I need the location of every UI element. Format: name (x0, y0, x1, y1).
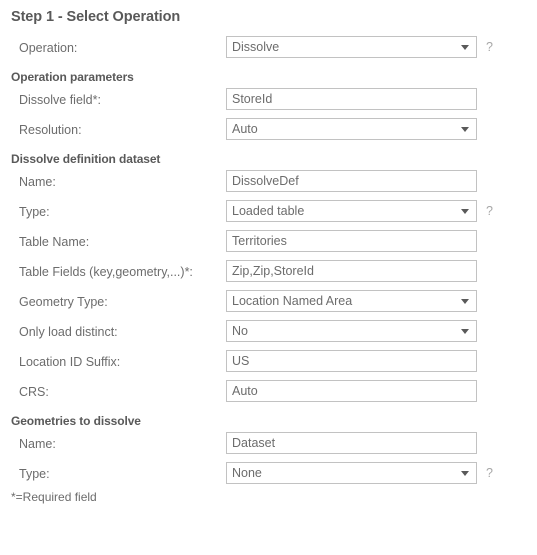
input-dissolve-def-name[interactable]: DissolveDef (226, 170, 477, 192)
section-header-geometries-to-dissolve: Geometries to dissolve (11, 414, 141, 428)
help-icon-operation[interactable]: ? (486, 36, 493, 58)
chevron-down-icon[interactable] (461, 299, 469, 304)
form-row-table-fields: Table Fields (key,geometry,...)*: Zip,Zip… (0, 260, 537, 290)
dropdown-geometry-type[interactable]: Location Named Area (226, 290, 477, 312)
page-title: Step 1 - Select Operation (11, 9, 181, 25)
value-operation: Dissolve (232, 40, 280, 54)
chevron-down-icon[interactable] (461, 127, 469, 132)
label-table-fields: Table Fields (key,geometry,...)*: (19, 265, 193, 279)
form-row-crs: CRS: Auto (0, 380, 537, 410)
label-operation: Operation: (19, 41, 78, 55)
label-geometries-type: Type: (19, 467, 50, 481)
dropdown-only-load-distinct[interactable]: No (226, 320, 477, 342)
label-geometries-name: Name: (19, 437, 56, 451)
input-table-fields[interactable]: Zip,Zip,StoreId (226, 260, 477, 282)
value-dissolve-def-name: DissolveDef (232, 174, 299, 188)
value-only-load-distinct: No (232, 324, 248, 338)
label-dissolve-field: Dissolve field*: (19, 93, 101, 107)
input-geometries-name[interactable]: Dataset (226, 432, 477, 454)
form-row-operation: Operation: Dissolve? (0, 36, 537, 66)
form-row-geometries-type: Type: None? (0, 462, 537, 492)
step-1-select-operation-page: Step 1 - Select Operation Operation: Diss… (0, 0, 537, 555)
value-geometry-type: Location Named Area (232, 294, 353, 308)
chevron-down-icon[interactable] (461, 329, 469, 334)
label-only-load-distinct: Only load distinct: (19, 325, 118, 339)
dropdown-operation[interactable]: Dissolve (226, 36, 477, 58)
input-table-name[interactable]: Territories (226, 230, 477, 252)
dropdown-geometries-type[interactable]: None (226, 462, 477, 484)
required-field-note: *=Required field (11, 490, 97, 504)
label-table-name: Table Name: (19, 235, 90, 249)
value-geometries-type: None (232, 466, 262, 480)
form-row-location-id-suffix: Location ID Suffix: US (0, 350, 537, 380)
dropdown-dissolve-def-type[interactable]: Loaded table (226, 200, 477, 222)
section-header-operation-parameters: Operation parameters (11, 70, 134, 84)
chevron-down-icon[interactable] (461, 471, 469, 476)
form-row-table-name: Table Name: Territories (0, 230, 537, 260)
value-dissolve-field: StoreId (232, 92, 273, 106)
section-header-dissolve-definition-dataset: Dissolve definition dataset (11, 152, 161, 166)
label-dissolve-def-type: Type: (19, 205, 50, 219)
label-dissolve-def-name: Name: (19, 175, 56, 189)
label-resolution: Resolution: (19, 123, 82, 137)
help-icon-dissolve-def-type[interactable]: ? (486, 200, 493, 222)
value-crs: Auto (232, 384, 258, 398)
form-row-only-load-distinct: Only load distinct: No (0, 320, 537, 350)
value-dissolve-def-type: Loaded table (232, 204, 305, 218)
value-table-name: Territories (232, 234, 287, 248)
input-location-id-suffix[interactable]: US (226, 350, 477, 372)
label-geometry-type: Geometry Type: (19, 295, 108, 309)
form-row-geometry-type: Geometry Type: Location Named Area (0, 290, 537, 320)
label-crs: CRS: (19, 385, 49, 399)
label-location-id-suffix: Location ID Suffix: (19, 355, 121, 369)
form-row-geometries-name: Name: Dataset (0, 432, 537, 462)
chevron-down-icon[interactable] (461, 45, 469, 50)
operation-form: Operation: Dissolve? Operation parameters D… (0, 36, 537, 492)
value-geometries-name: Dataset (232, 436, 276, 450)
form-row-resolution: Resolution: Auto (0, 118, 537, 148)
form-row-dissolve-field: Dissolve field*: StoreId (0, 88, 537, 118)
value-location-id-suffix: US (232, 354, 250, 368)
input-crs[interactable]: Auto (226, 380, 477, 402)
input-dissolve-field[interactable]: StoreId (226, 88, 477, 110)
form-row-dissolve-def-name: Name: DissolveDef (0, 170, 537, 200)
value-table-fields: Zip,Zip,StoreId (232, 264, 314, 278)
dropdown-resolution[interactable]: Auto (226, 118, 477, 140)
help-icon-geometries-type[interactable]: ? (486, 462, 493, 484)
value-resolution: Auto (232, 122, 258, 136)
chevron-down-icon[interactable] (461, 209, 469, 214)
form-row-dissolve-def-type: Type: Loaded table? (0, 200, 537, 230)
